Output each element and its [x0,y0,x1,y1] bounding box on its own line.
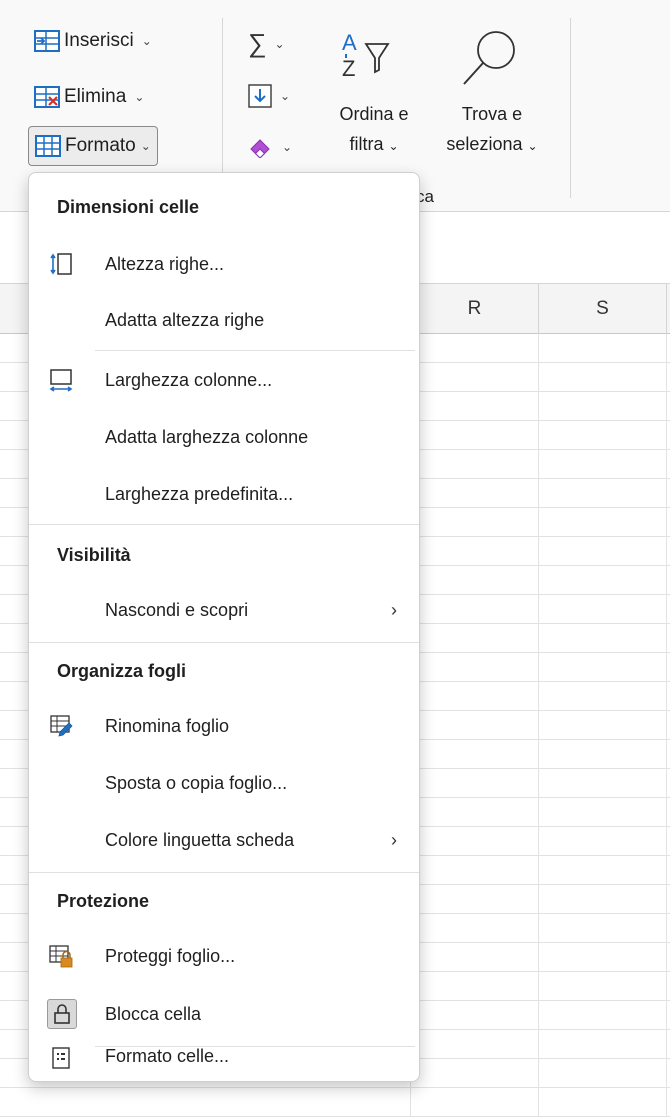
menu-divider [29,872,419,873]
format-button[interactable]: Formato ⌄ [28,126,158,166]
lock-icon [54,1004,70,1024]
group-separator [570,18,571,198]
chevron-down-icon: ⌄ [141,34,152,48]
svg-text:A: A [342,30,357,55]
sigma-icon: ∑ [248,28,267,58]
eraser-icon [250,139,270,158]
sort-filter-button[interactable]: A Z Ordina e filtra ⌄ [322,28,426,178]
format-label: Formato [65,135,136,156]
menu-item-label: Altezza righe... [105,253,225,274]
group-separator [222,18,223,198]
menu-item-rename-sheet[interactable]: Rinomina foglio [33,703,415,749]
fill-button[interactable]: ⌄ [248,84,290,108]
grid-column-line [666,334,667,1117]
menu-item-label: Nascondi e scopri [105,599,249,620]
menu-item-label: Blocca cella [105,1003,202,1024]
menu-item-label: Larghezza colonne... [105,369,273,390]
section-title-visibility: Visibilità [57,545,131,565]
clear-button[interactable]: ⌄ [248,136,292,158]
menu-item-column-width[interactable]: Larghezza colonne... [33,357,415,403]
menu-item-tab-color[interactable]: Colore linguetta scheda › [33,817,415,863]
menu-item-row-height[interactable]: Altezza righe... [33,241,415,287]
insert-button[interactable]: Inserisci ⌄ [34,30,152,52]
menu-item-lock-cell[interactable]: Blocca cella [33,991,415,1037]
menu-item-label: Colore linguetta scheda [105,829,295,850]
column-width-icon [49,369,73,392]
menu-divider [29,524,419,525]
menu-divider [29,642,419,643]
autosum-button[interactable]: ∑ ⌄ [248,28,285,59]
menu-item-label: Adatta larghezza colonne [105,426,309,447]
chevron-down-icon: ⌄ [388,139,399,153]
chevron-right-icon: › [391,599,397,620]
chevron-right-icon: › [391,829,397,850]
section-title-organize-sheets: Organizza fogli [57,661,187,681]
find-select-button[interactable]: Trova e seleziona ⌄ [430,28,554,178]
menu-item-hide-unhide[interactable]: Nascondi e scopri › [33,587,415,633]
menu-item-label: Larghezza predefinita... [105,483,294,504]
chevron-down-icon: ⌄ [134,90,145,104]
svg-text:Z: Z [342,56,355,81]
grid-column-line [538,334,539,1117]
section-title-dimensions: Dimensioni celle [57,197,200,217]
chevron-down-icon: ⌄ [280,89,291,103]
column-header-divider [666,284,670,334]
sort-filter-label-2-wrap: filtra ⌄ [322,132,426,159]
menu-item-label: Proteggi foglio... [105,945,236,966]
find-select-label-2: seleziona [446,134,523,154]
menu-item-label: Sposta o copia foglio... [105,772,288,793]
rename-sheet-icon [50,715,73,737]
delete-cells-icon [34,86,60,108]
section-title-protection: Protezione [57,891,150,911]
delete-label: Elimina [64,86,127,107]
find-select-label-2-wrap: seleziona ⌄ [430,132,554,159]
chevron-down-icon: ⌄ [140,139,151,153]
format-cells-icon [35,135,61,157]
chevron-down-icon: ⌄ [274,36,285,51]
chevron-down-icon: ⌄ [282,140,293,154]
row-height-icon [50,253,72,275]
magnifier-icon [463,31,515,85]
sort-filter-label-2: filtra [349,134,384,154]
menu-item-label: Formato celle... [105,1046,230,1066]
fill-down-icon [248,84,272,108]
menu-item-move-copy-sheet[interactable]: Sposta o copia foglio... [33,760,415,806]
sort-filter-label-1: Ordina e [339,104,409,124]
menu-item-label: Adatta altezza righe [105,309,265,330]
insert-cells-icon [34,30,60,52]
menu-item-label: Rinomina foglio [105,715,230,736]
menu-item-default-width[interactable]: Larghezza predefinita... [33,471,415,517]
menu-item-format-cells[interactable]: Formato celle... [33,1035,415,1081]
menu-divider [95,350,415,351]
chevron-down-icon: ⌄ [527,139,538,153]
column-header-s[interactable]: S [538,284,666,334]
menu-item-protect-sheet[interactable]: Proteggi foglio... [33,933,415,979]
protect-sheet-icon [49,945,73,968]
column-header-r[interactable]: R [410,284,538,334]
menu-item-autofit-column-width[interactable]: Adatta larghezza colonne [33,414,415,460]
find-select-label-1: Trova e [461,104,523,124]
format-dropdown-menu: Dimensioni celle Altezza righe... Adatta… [28,172,420,1082]
format-cells-dialog-icon [52,1047,70,1069]
delete-button[interactable]: Elimina ⌄ [34,86,144,108]
menu-item-autofit-row-height[interactable]: Adatta altezza righe [33,297,415,343]
sort-filter-icon: A Z [342,30,390,81]
insert-label: Inserisci [64,30,134,51]
